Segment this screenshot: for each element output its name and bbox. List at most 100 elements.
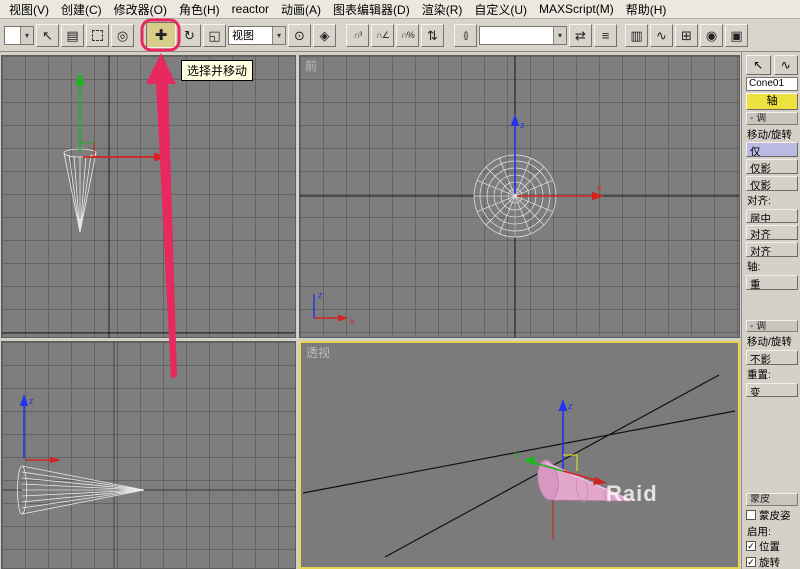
- render-setup-button[interactable]: ▣: [725, 24, 748, 47]
- spinner-snap-button[interactable]: ⇅: [421, 24, 444, 47]
- list-icon: ▤: [66, 29, 78, 42]
- curve-editor-button[interactable]: ∿: [650, 24, 673, 47]
- select-object-button[interactable]: ↖: [36, 24, 59, 47]
- menu-maxscript[interactable]: MAXScript(M): [533, 1, 620, 17]
- viewport-bottom-left[interactable]: z: [1, 341, 296, 569]
- mirror-button[interactable]: ⇄: [569, 24, 592, 47]
- edit-named-selections-button[interactable]: {}: [454, 24, 477, 47]
- reset-pivot-button[interactable]: 重: [746, 275, 798, 290]
- spinner-snap-icon: ⇅: [427, 29, 438, 42]
- menu-graph-editors[interactable]: 图表编辑器(D): [327, 0, 416, 19]
- z-axis-arrow-icon: [559, 399, 568, 411]
- pivot-gizmo[interactable]: z: [20, 394, 61, 463]
- reset-transform-button[interactable]: 变: [746, 383, 798, 398]
- rotation-checkbox[interactable]: ✓ 旋转: [746, 555, 798, 569]
- x-axis-arrow-icon: [592, 192, 604, 200]
- affect-hierarchy-only-button[interactable]: 仅影: [746, 176, 798, 191]
- skin-pose-mode-checkbox[interactable]: 蒙皮姿: [746, 508, 798, 522]
- menu-create[interactable]: 创建(C): [55, 0, 108, 19]
- named-selection-combo[interactable]: ▾: [479, 26, 567, 45]
- percent-snap-button[interactable]: ∩%: [396, 24, 419, 47]
- schematic-view-button[interactable]: ⊞: [675, 24, 698, 47]
- pivot-tab-button[interactable]: 轴: [746, 93, 798, 110]
- menu-bar: 视图(V) 创建(C) 修改器(O) 角色(H) reactor 动画(A) 图…: [0, 0, 800, 19]
- checkbox-checked-icon: ✓: [746, 541, 756, 551]
- select-and-manipulate-button[interactable]: ◈: [313, 24, 336, 47]
- z-axis-label: z: [29, 396, 34, 406]
- enable-label: 启用:: [746, 524, 798, 538]
- select-by-name-button[interactable]: ▤: [61, 24, 84, 47]
- magnet-3d-icon: ∩³: [354, 31, 361, 40]
- reference-coordinate-combo[interactable]: 视图 ▾: [228, 26, 286, 45]
- cone-wireframe-profile: [18, 466, 145, 514]
- viewport-bottom-left-canvas: z: [2, 342, 296, 569]
- x-axis-arrow-icon: [50, 457, 61, 463]
- align-to-object-button[interactable]: 对齐: [746, 225, 798, 240]
- dont-affect-children-button[interactable]: 不影: [746, 350, 798, 365]
- material-sphere-icon: ◉: [706, 29, 717, 42]
- menu-help[interactable]: 帮助(H): [620, 0, 673, 19]
- panel-curves-button[interactable]: ∿: [774, 55, 799, 75]
- rollout-skin-pose[interactable]: 蒙皮: [746, 493, 798, 506]
- viewport-top-left[interactable]: [1, 55, 296, 338]
- tripod-x-arrow-icon: [338, 315, 348, 322]
- chevron-down-icon: ▾: [272, 27, 285, 44]
- position-checkbox[interactable]: ✓ 位置: [746, 540, 798, 554]
- align-to-world-button[interactable]: 对齐: [746, 242, 798, 257]
- select-and-rotate-button[interactable]: ↻: [178, 24, 201, 47]
- viewport-front-label: 前: [305, 57, 317, 74]
- material-editor-button[interactable]: ◉: [700, 24, 723, 47]
- pivot-gizmo[interactable]: [76, 72, 168, 162]
- layer-manager-button[interactable]: ▥: [625, 24, 648, 47]
- z-axis-arrow-icon: [20, 394, 28, 406]
- menu-modifiers[interactable]: 修改器(O): [108, 0, 173, 19]
- menu-views[interactable]: 视图(V): [3, 0, 55, 19]
- checkbox-checked-icon: ✓: [746, 557, 756, 567]
- menu-character[interactable]: 角色(H): [173, 0, 226, 19]
- center-to-object-button[interactable]: 居中: [746, 209, 798, 224]
- pivot-label: 轴:: [746, 259, 798, 273]
- menu-customize[interactable]: 自定义(U): [468, 0, 533, 19]
- align-icon: ≡: [602, 29, 610, 42]
- z-axis-label: z: [568, 401, 573, 411]
- x-axis-arrow-icon: [593, 477, 607, 485]
- snap-toggle-button[interactable]: ∩³: [346, 24, 369, 47]
- checkbox-unchecked-icon: [746, 510, 756, 520]
- select-and-move-button[interactable]: ✚: [146, 22, 176, 48]
- rollout-adjust-transform[interactable]: - 调: [746, 320, 798, 333]
- magnet-percent-icon: ∩%: [401, 31, 413, 40]
- angle-snap-button[interactable]: ∩∠: [371, 24, 394, 47]
- pivot-gizmo[interactable]: z x: [511, 114, 604, 200]
- rotation-label: 旋转: [759, 555, 780, 569]
- align-label: 对齐:: [746, 193, 798, 207]
- coordinate-system-value: 视图: [232, 27, 254, 43]
- menu-reactor[interactable]: reactor: [226, 1, 275, 17]
- viewport-perspective[interactable]: 透视 Raid z x y: [299, 341, 740, 569]
- rollout-adjust-pivot[interactable]: - 调: [746, 112, 798, 125]
- layers-icon: ▥: [630, 29, 642, 42]
- object-name-field[interactable]: [746, 77, 798, 91]
- menu-animation[interactable]: 动画(A): [275, 0, 327, 19]
- viewport-axis-tripod: x z: [314, 290, 355, 326]
- use-center-button[interactable]: ⊙: [288, 24, 311, 47]
- viewport-front[interactable]: 前 z x: [299, 55, 740, 338]
- cursor-arrow-icon: ↖: [753, 58, 763, 72]
- window-crossing-button[interactable]: ◎: [111, 24, 134, 47]
- affect-object-only-button[interactable]: 仅影: [746, 159, 798, 174]
- mirror-icon: ⇄: [575, 29, 586, 42]
- cone-wireframe-side: [64, 149, 96, 232]
- align-button[interactable]: ≡: [594, 24, 617, 47]
- panel-select-button[interactable]: ↖: [746, 55, 771, 75]
- menu-rendering[interactable]: 渲染(R): [416, 0, 469, 19]
- selection-filter-combo[interactable]: ▾: [4, 26, 34, 45]
- viewport-front-canvas: z x x z: [300, 56, 740, 338]
- viewport-top-left-canvas: [2, 56, 296, 338]
- affect-pivot-only-button[interactable]: 仅: [746, 142, 798, 157]
- main-toolbar: ▾ ↖ ▤ ◎ ✚ ↻ ◱ 视图▾ ⊙ ◈ ∩³ ∩∠ ∩% ⇅ {} ▾ ⇄ …: [0, 19, 800, 52]
- select-and-scale-button[interactable]: ◱: [203, 24, 226, 47]
- x-axis-arrow-icon: [154, 153, 167, 162]
- manipulate-icon: ◈: [320, 29, 330, 42]
- select-arrow-icon: ↖: [42, 29, 53, 42]
- region-select-button[interactable]: [86, 24, 109, 47]
- braces-icon: {}: [463, 31, 467, 40]
